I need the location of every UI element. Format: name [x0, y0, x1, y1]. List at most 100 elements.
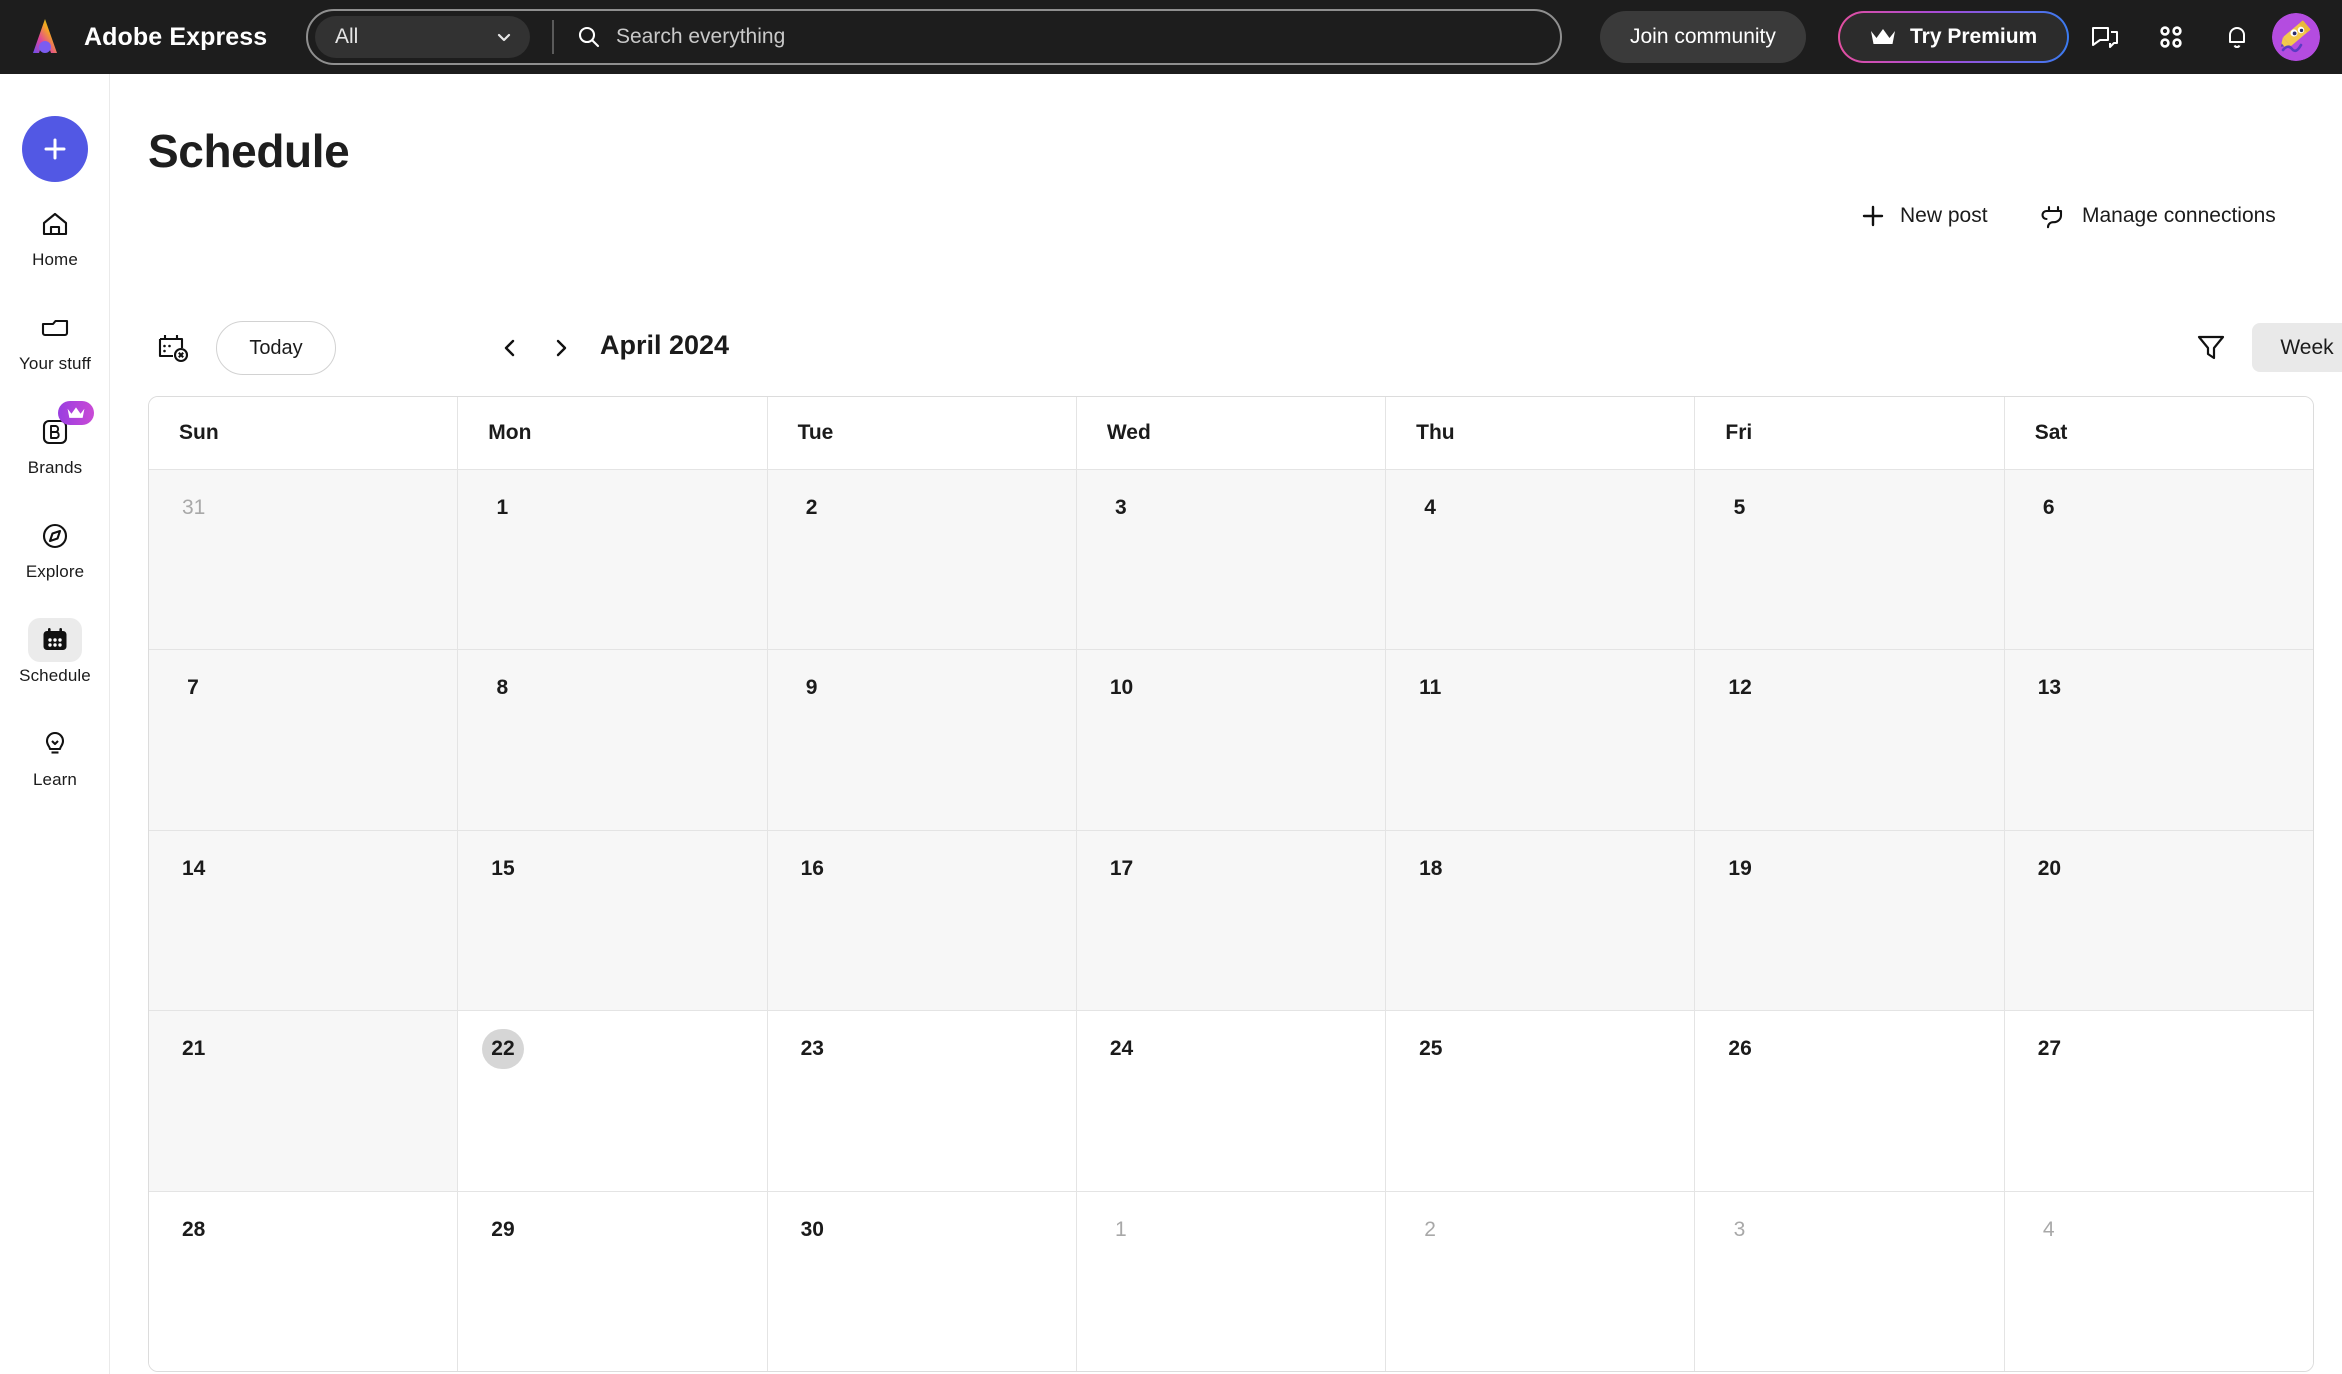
- weekday-header-sun: Sun: [149, 397, 458, 469]
- calendar-day-cell[interactable]: 24: [1077, 1011, 1386, 1190]
- sidebar-item-brands[interactable]: Brands: [0, 410, 110, 488]
- chevron-left-icon: [499, 337, 521, 359]
- calendar-day-cell[interactable]: 16: [768, 831, 1077, 1010]
- calendar-day-number: 10: [1101, 668, 1142, 708]
- calendar-day-number: 23: [792, 1029, 833, 1069]
- calendar-day-cell[interactable]: 4: [2005, 1192, 2313, 1371]
- manage-connections-button[interactable]: Manage connections: [2040, 192, 2276, 240]
- sidebar-item-learn[interactable]: Learn: [0, 722, 110, 800]
- sidebar-item-label: Brands: [28, 458, 82, 478]
- search-input[interactable]: [616, 25, 1560, 49]
- calendar-day-number: 28: [173, 1210, 214, 1250]
- calendar-day-cell[interactable]: 2: [1386, 1192, 1695, 1371]
- calendar-weekday-header: SunMonTueWedThuFriSat: [149, 397, 2313, 469]
- calendar-day-number: 4: [1410, 488, 1450, 528]
- calendar-day-cell[interactable]: 19: [1695, 831, 2004, 1010]
- calendar-day-cell[interactable]: 14: [149, 831, 458, 1010]
- search-scope-value: All: [335, 25, 494, 49]
- weekday-header-sat: Sat: [2005, 397, 2313, 469]
- calendar-day-cell[interactable]: 9: [768, 650, 1077, 829]
- calendar-day-cell[interactable]: 27: [2005, 1011, 2313, 1190]
- plus-icon: [1860, 203, 1886, 229]
- sidebar: Home Your stuff Brands: [0, 74, 110, 1374]
- top-bar: Adobe Express All Join community Try Pre…: [0, 0, 2342, 74]
- try-premium-label: Try Premium: [1910, 25, 2037, 49]
- calendar-day-cell[interactable]: 28: [149, 1192, 458, 1371]
- calendar-week-row: 789 10 11 12 13: [149, 649, 2313, 829]
- new-post-button[interactable]: New post: [1860, 192, 1988, 240]
- sidebar-item-label: Your stuff: [19, 354, 91, 374]
- compass-icon: [40, 521, 70, 551]
- calendar-day-cell[interactable]: 1: [1077, 1192, 1386, 1371]
- search-scope-dropdown[interactable]: All: [315, 16, 530, 58]
- calendar-day-cell[interactable]: 26: [1695, 1011, 2004, 1190]
- calendar-grid: SunMonTueWedThuFriSat 311234567891011121…: [148, 396, 2314, 1372]
- calendar-icon: [40, 625, 70, 655]
- home-icon-box: [28, 202, 82, 246]
- sidebar-item-your-stuff[interactable]: Your stuff: [0, 306, 110, 384]
- calendar-icon-box: [28, 618, 82, 662]
- search-divider: [552, 20, 554, 54]
- adobe-express-logo[interactable]: [22, 14, 68, 60]
- calendar-day-cell[interactable]: 3: [1695, 1192, 2004, 1371]
- calendar-day-cell[interactable]: 5: [1695, 470, 2004, 649]
- create-new-button[interactable]: [22, 116, 88, 182]
- calendar-day-cell[interactable]: 10: [1077, 650, 1386, 829]
- calendar-day-cell[interactable]: 23: [768, 1011, 1077, 1190]
- calendar-day-cell[interactable]: 25: [1386, 1011, 1695, 1190]
- calendar-day-number: 2: [1410, 1210, 1450, 1250]
- calendar-day-number: 27: [2029, 1029, 2070, 1069]
- calendar-day-cell[interactable]: 7: [149, 650, 458, 829]
- join-community-button[interactable]: Join community: [1600, 11, 1806, 63]
- month-title: April 2024: [600, 330, 729, 361]
- chat-icon[interactable]: [2082, 14, 2128, 60]
- bell-icon[interactable]: [2214, 14, 2260, 60]
- calendar-day-number: 21: [173, 1029, 214, 1069]
- calendar-day-cell[interactable]: 30: [768, 1192, 1077, 1371]
- calendar-day-cell[interactable]: 12: [1695, 650, 2004, 829]
- calendar-day-number: 12: [1719, 668, 1760, 708]
- calendar-day-cell[interactable]: 8: [458, 650, 767, 829]
- calendar-day-number: 13: [2029, 668, 2070, 708]
- calendar-day-cell[interactable]: 31: [149, 470, 458, 649]
- calendar-day-cell[interactable]: 18: [1386, 831, 1695, 1010]
- sidebar-item-label: Explore: [26, 562, 84, 582]
- calendar-day-cell[interactable]: 29: [458, 1192, 767, 1371]
- calendar-day-cell[interactable]: 1: [458, 470, 767, 649]
- folder-icon-box: [28, 306, 82, 350]
- filter-icon[interactable]: [2194, 330, 2230, 366]
- calendar-day-cell[interactable]: 11: [1386, 650, 1695, 829]
- try-premium-button[interactable]: Try Premium: [1838, 11, 2069, 63]
- calendar-day-cell[interactable]: 2: [768, 470, 1077, 649]
- calendar-day-cell[interactable]: 17: [1077, 831, 1386, 1010]
- calendar-day-cell[interactable]: 15: [458, 831, 767, 1010]
- calendar-day-cell[interactable]: 3: [1077, 470, 1386, 649]
- next-month-button[interactable]: [542, 329, 580, 367]
- calendar-day-cell[interactable]: 20: [2005, 831, 2313, 1010]
- sidebar-item-home[interactable]: Home: [0, 202, 110, 280]
- calendar-toolbar: Today April 2024 Week Month: [148, 319, 2314, 379]
- today-button[interactable]: Today: [216, 321, 336, 375]
- calendar-day-cell[interactable]: 13: [2005, 650, 2313, 829]
- previous-month-button[interactable]: [491, 329, 529, 367]
- main-content: Schedule New post Manage connections Tod…: [110, 74, 2342, 1374]
- calendar-day-cell[interactable]: 21: [149, 1011, 458, 1190]
- weekday-header-wed: Wed: [1077, 397, 1386, 469]
- sidebar-item-label: Home: [32, 250, 78, 270]
- calendar-day-number: 19: [1719, 849, 1760, 889]
- calendar-day-number: 6: [2029, 488, 2069, 528]
- view-toggle-week[interactable]: Week: [2252, 323, 2342, 372]
- calendar-day-number: 30: [792, 1210, 833, 1250]
- sidebar-item-explore[interactable]: Explore: [0, 514, 110, 592]
- calendar-day-cell[interactable]: 22: [458, 1011, 767, 1190]
- calendar-remove-icon[interactable]: [156, 331, 190, 365]
- calendar-day-number: 15: [482, 849, 523, 889]
- calendar-week-row: 28 29 30 12 34: [149, 1191, 2313, 1371]
- calendar-day-cell[interactable]: 6: [2005, 470, 2313, 649]
- chevron-right-icon: [550, 337, 572, 359]
- calendar-day-cell[interactable]: 4: [1386, 470, 1695, 649]
- sidebar-item-schedule[interactable]: Schedule: [0, 618, 110, 696]
- apps-grid-icon[interactable]: [2148, 14, 2194, 60]
- calendar-day-number-today: 22: [482, 1029, 523, 1069]
- user-avatar[interactable]: [2272, 13, 2320, 61]
